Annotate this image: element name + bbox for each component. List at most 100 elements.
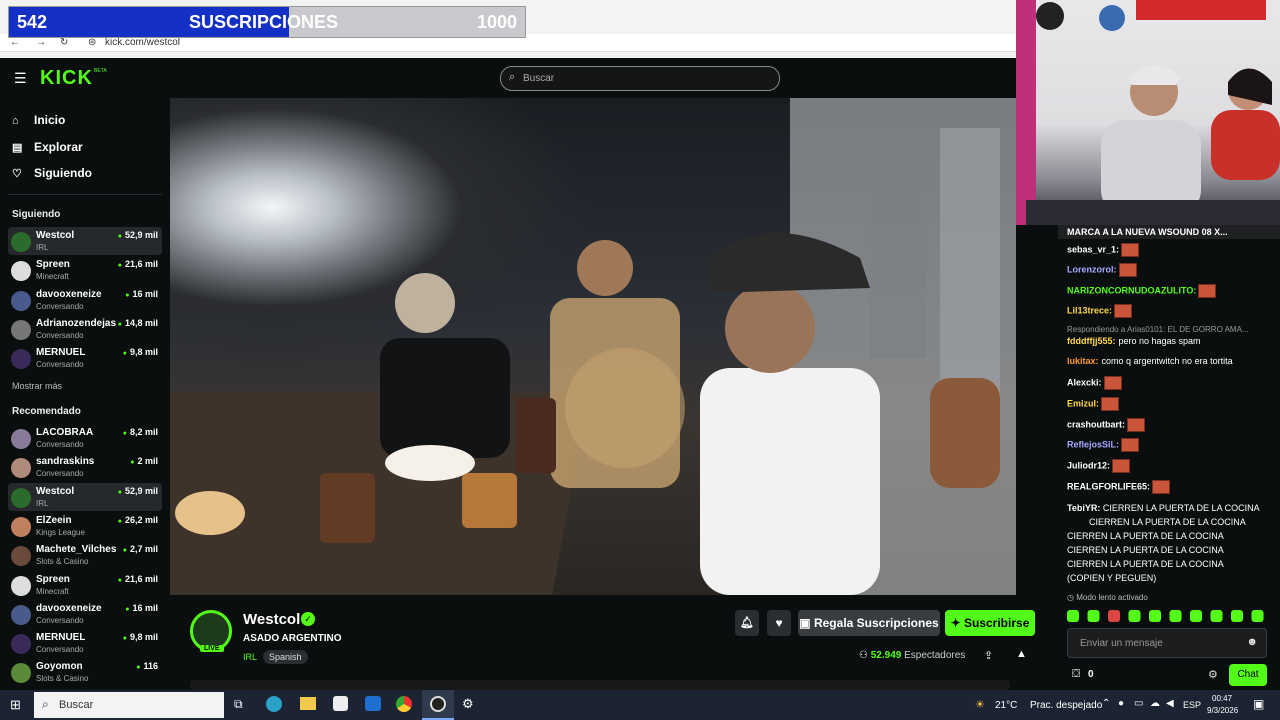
cloud-icon[interactable]: ☁ [1150, 698, 1160, 709]
quick-emote-icon[interactable] [1210, 610, 1223, 622]
chat-username[interactable]: lukitax: [1067, 356, 1099, 366]
quick-emote-icon[interactable] [1067, 610, 1079, 622]
chat-username[interactable]: crashoutbart: [1067, 419, 1125, 429]
chat-username[interactable]: Emizul: [1067, 398, 1099, 408]
quick-emote-icon[interactable] [1231, 610, 1243, 622]
channel-item[interactable]: Machete_VilchesSlots & Casino 2,7 mil [8, 541, 162, 569]
back-icon[interactable]: ← [10, 37, 20, 48]
chat-input[interactable]: Enviar un mensaje ☻ [1067, 628, 1267, 658]
channel-item[interactable]: WestcolIRL52,9 mil [8, 227, 162, 255]
quick-emote-icon[interactable] [1087, 610, 1100, 622]
nav-siguiendo[interactable]: ♡ Siguiendo [12, 166, 92, 180]
chat-username[interactable]: Lil13trece: [1067, 305, 1112, 315]
site-info-icon[interactable]: ⊜ [88, 37, 96, 48]
language-indicator[interactable]: ESP [1183, 700, 1201, 710]
channel-item[interactable]: LACOBRAA Conversando 8,2 mil [8, 424, 162, 452]
edge-icon[interactable] [266, 696, 282, 712]
streamer-name[interactable]: Westcol [243, 611, 300, 628]
settings-icon[interactable]: ⚙ [462, 696, 474, 712]
taskbar-search[interactable]: ⌕ Buscar [34, 692, 224, 718]
points-icon[interactable]: ⛋ [1072, 668, 1080, 681]
chat-message[interactable]: REALGFORLIFE65: [1067, 480, 1171, 494]
chat-username[interactable]: Alexcki: [1067, 377, 1102, 387]
chrome-icon[interactable] [396, 696, 412, 712]
mail-icon[interactable] [365, 696, 381, 711]
notification-bell-icon[interactable]: 🔔︎ [735, 610, 759, 636]
quick-emote-icon[interactable] [1128, 610, 1141, 622]
chat-username[interactable]: Juliodr12: [1067, 460, 1110, 470]
chat-send-button[interactable]: Chat [1229, 664, 1267, 686]
channel-item[interactable]: AdrianozendejasConversando 14,8 mil [8, 315, 162, 343]
active-app-obs[interactable] [422, 690, 454, 720]
nav-explorar[interactable]: ▤ Explorar [12, 140, 83, 154]
weather-text[interactable]: Prac. despejado [1030, 700, 1102, 711]
file-explorer-icon[interactable] [300, 697, 316, 710]
channel-item[interactable]: MERNUELConversando 9,8 mil [8, 629, 162, 657]
chat-message[interactable]: Juliodr12: [1067, 459, 1131, 473]
chat-username[interactable]: ReflejosSiL: [1067, 439, 1119, 449]
notifications-icon[interactable]: ▣ [1253, 697, 1264, 711]
chat-message[interactable]: sebas_vr_1: [1067, 243, 1140, 257]
chat-username[interactable]: REALGFORLIFE65: [1067, 481, 1150, 491]
forward-icon[interactable]: → [36, 37, 46, 48]
quick-emote-icon[interactable] [1149, 610, 1161, 622]
channel-item[interactable]: GoyomonSlots & Casino 116 [8, 658, 162, 686]
volume-icon[interactable]: ◀ [1166, 698, 1174, 709]
channel-item[interactable]: SpreenMinecraft 21,6 mil [8, 571, 162, 599]
task-view-icon[interactable]: ⧉ [234, 697, 243, 712]
channel-item[interactable]: WestcolIRL52,9 mil [8, 482, 162, 511]
chat-username[interactable]: TebiYR: [1067, 503, 1100, 513]
channel-item[interactable]: davooxeneizeConversando 16 mil [8, 600, 162, 628]
chat-message[interactable]: Emizul: [1067, 397, 1120, 411]
search-input[interactable]: ⌕ Buscar [500, 66, 780, 91]
gift-subs-button[interactable]: ▣ Regala Suscripciones [798, 610, 940, 636]
chat-message[interactable]: lukitax: como q argentwitch no era tortit… [1067, 356, 1233, 366]
video-player[interactable] [170, 98, 1016, 595]
quick-emote-icon[interactable] [1251, 610, 1264, 622]
menu-icon[interactable]: ☰ [14, 70, 27, 87]
clock-date[interactable]: 9/3/2026 [1207, 706, 1238, 715]
chat-message[interactable]: TebiYR: CIERREN LA PUERTA DE LA COCINA [1067, 503, 1260, 513]
weather-icon[interactable]: ☀ [975, 698, 985, 711]
share-icon[interactable]: ⇪ [984, 649, 993, 662]
channel-item[interactable]: MERNUELConversando 9,8 mil [8, 344, 162, 372]
start-icon[interactable]: ⊞ [10, 697, 21, 713]
tray-up-icon[interactable]: ⌃ [1102, 698, 1110, 709]
weather-temp[interactable]: 21°C [995, 700, 1017, 711]
chat-message[interactable]: Lorenzorol: [1067, 263, 1137, 277]
kick-logo[interactable]: KICK [40, 67, 93, 90]
chat-message[interactable]: Alexcki: [1067, 376, 1122, 390]
channel-item[interactable]: davooxeneizeConversando 16 mil [8, 286, 162, 314]
chat-username[interactable]: fdddffjj555: [1067, 336, 1116, 346]
chat-settings-icon[interactable]: ⚙ [1208, 668, 1218, 681]
subscribe-button[interactable]: ✦ Suscribirse [945, 610, 1035, 636]
chat-message[interactable]: ReflejosSiL: [1067, 438, 1140, 452]
mic-icon[interactable]: ● [1118, 698, 1124, 709]
quick-emote-icon[interactable] [1190, 610, 1202, 622]
store-icon[interactable] [333, 696, 348, 711]
stream-category[interactable]: IRL [243, 652, 257, 662]
quick-emotes[interactable] [1067, 609, 1277, 623]
chat-username[interactable]: sebas_vr_1: [1067, 244, 1119, 254]
quick-emote-icon[interactable] [1108, 610, 1120, 622]
channel-item[interactable]: SpreenMinecraft 21,6 mil [8, 256, 162, 284]
pinned-message[interactable]: MARCA A LA NUEVA WSOUND 08 X... [1058, 225, 1280, 239]
chat-username[interactable]: NARIZONCORNUDOAZULITO: [1067, 285, 1196, 295]
network-icon[interactable]: ▭ [1134, 698, 1143, 709]
channel-item[interactable]: sandraskinsConversando 2 mil [8, 453, 162, 481]
emoji-icon[interactable]: ☻ [1246, 636, 1258, 648]
follow-heart-icon[interactable]: ♥ [767, 610, 791, 636]
reload-icon[interactable]: ↻ [60, 37, 68, 48]
chat-message[interactable]: crashoutbart: [1067, 418, 1146, 432]
clock-time[interactable]: 00:47 [1212, 694, 1232, 703]
show-more-link[interactable]: Mostrar más [12, 381, 62, 391]
channel-item[interactable]: ElZeeinKings League 26,2 mil [8, 512, 162, 540]
chat-message[interactable]: Lil13trece: [1067, 304, 1133, 318]
emote-bar[interactable] [1067, 609, 1277, 623]
nav-inicio[interactable]: ⌂ Inicio [12, 113, 65, 127]
quick-emote-icon[interactable] [1169, 610, 1182, 622]
language-tag[interactable]: Spanish [263, 650, 308, 664]
report-icon[interactable]: ▲ [1016, 648, 1027, 660]
chat-message[interactable]: NARIZONCORNUDOAZULITO: [1067, 284, 1217, 298]
chat-username[interactable]: Lorenzorol: [1067, 264, 1117, 274]
